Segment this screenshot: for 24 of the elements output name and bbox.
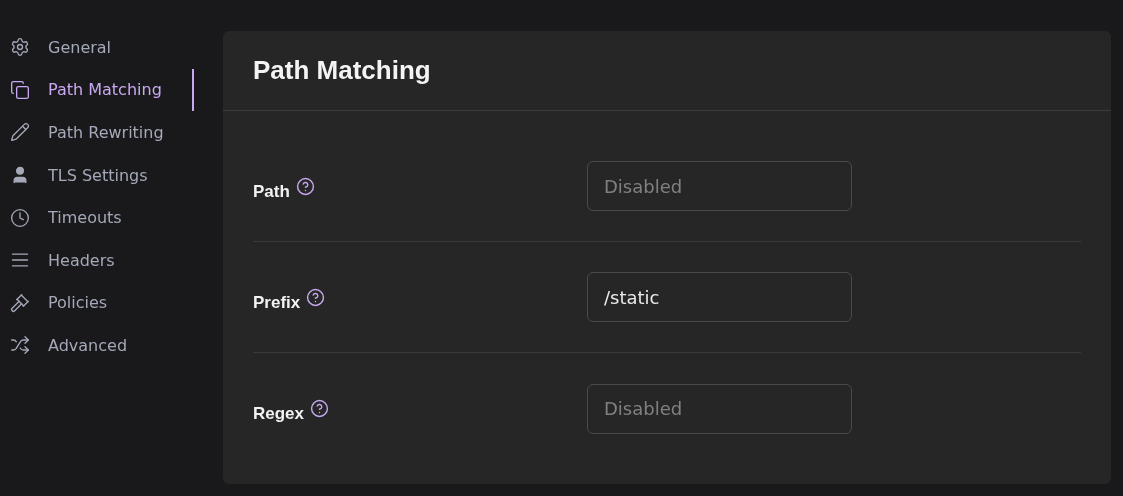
help-icon[interactable]: [306, 287, 326, 307]
input-field[interactable]: /static: [587, 272, 852, 322]
field-label: Prefix: [253, 291, 301, 313]
pencil-icon: [10, 122, 30, 143]
gavel-icon: [10, 292, 30, 313]
sidebar-item[interactable]: TLS Settings: [0, 153, 194, 197]
sidebar-item[interactable]: Timeouts: [0, 196, 194, 239]
copy-icon: [10, 79, 30, 100]
field-label: Path: [253, 180, 290, 202]
panel-title: Path Matching: [253, 55, 431, 86]
sidebar-item[interactable]: Path Rewriting: [0, 111, 194, 154]
input-field[interactable]: Disabled: [587, 383, 852, 434]
help-icon[interactable]: [295, 176, 315, 196]
sidebar-item[interactable]: Advanced: [0, 324, 194, 367]
sidebar-item[interactable]: Policies: [0, 281, 194, 325]
sidebar-item[interactable]: General: [0, 26, 194, 69]
field-label: Regex: [253, 403, 305, 424]
input-field[interactable]: Disabled: [587, 161, 852, 211]
sidebar-item[interactable]: Headers: [0, 238, 194, 282]
clock-icon: [10, 207, 30, 228]
settings-icon: [10, 37, 30, 58]
help-icon[interactable]: [310, 399, 330, 418]
shuffle-icon: [10, 335, 30, 356]
sidebar-item[interactable]: Path Matching: [0, 68, 194, 112]
